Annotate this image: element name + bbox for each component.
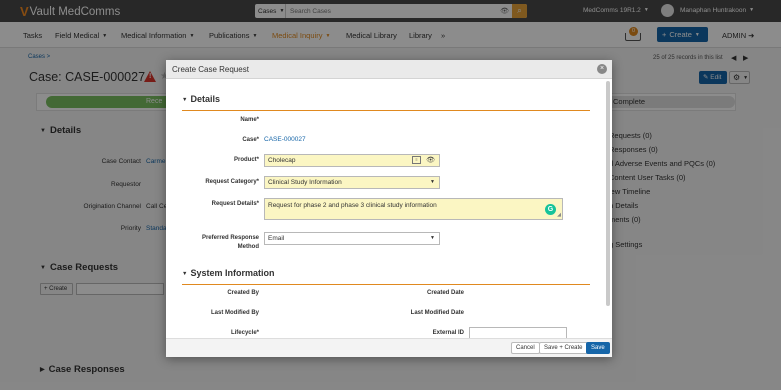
request-details-textarea[interactable]: Request for phase 2 and phase 3 clinical… — [264, 198, 563, 220]
case-link[interactable]: CASE-000027 — [264, 136, 306, 143]
section-divider — [182, 284, 590, 285]
request-category-label: Request Category* — [205, 179, 259, 185]
lifecycle-label: Lifecycle* — [230, 330, 259, 336]
save-and-create-button[interactable]: Save + Create — [539, 342, 588, 354]
resize-handle-icon[interactable]: ◢ — [557, 212, 561, 218]
external-id-label: External ID — [432, 330, 464, 336]
product-label: Product* — [233, 157, 259, 163]
system-information-section-title[interactable]: ▼ System Information — [182, 268, 274, 278]
close-icon[interactable]: × — [597, 64, 607, 74]
details-section-title[interactable]: ▼ Details — [182, 94, 220, 104]
response-method-select[interactable]: Email ▼ — [264, 232, 440, 245]
created-date-label: Created Date — [426, 290, 464, 296]
cancel-button[interactable]: Cancel — [511, 342, 540, 354]
product-field[interactable]: Cholecap ≡ 👁 — [264, 154, 440, 167]
last-modified-date-label: Last Modified Date — [410, 310, 464, 316]
case-label: Case* — [242, 137, 259, 143]
section-divider — [182, 110, 590, 111]
binoculars-icon[interactable]: 👁 — [426, 155, 435, 166]
picker-list-icon[interactable]: ≡ — [412, 156, 421, 164]
last-modified-by-label: Last Modified By — [210, 310, 259, 316]
caret-down-icon: ▼ — [182, 271, 188, 277]
chevron-down-icon: ▼ — [430, 235, 435, 241]
create-case-request-dialog: Create Case Request × ▼ Details Name* Cas… — [166, 60, 612, 357]
request-details-label: Request Details* — [211, 201, 259, 207]
request-category-select[interactable]: Clinical Study Information ▼ — [264, 176, 440, 189]
grammarly-icon[interactable]: G — [545, 204, 556, 215]
dialog-footer: Cancel Save + Create Save — [166, 338, 612, 357]
dialog-body: ▼ Details Name* Case* CASE-000027 Product… — [166, 79, 612, 338]
save-button[interactable]: Save — [586, 342, 610, 354]
chevron-down-icon: ▼ — [430, 179, 435, 185]
name-label: Name* — [240, 117, 259, 123]
dialog-title: Create Case Request — [172, 65, 249, 74]
response-method-label: Preferred Response Method — [201, 235, 259, 250]
external-id-field[interactable] — [469, 327, 567, 338]
caret-down-icon: ▼ — [182, 97, 188, 103]
created-by-label: Created By — [227, 290, 259, 296]
dialog-header: Create Case Request × — [166, 60, 612, 79]
dialog-scrollbar[interactable] — [606, 81, 610, 306]
